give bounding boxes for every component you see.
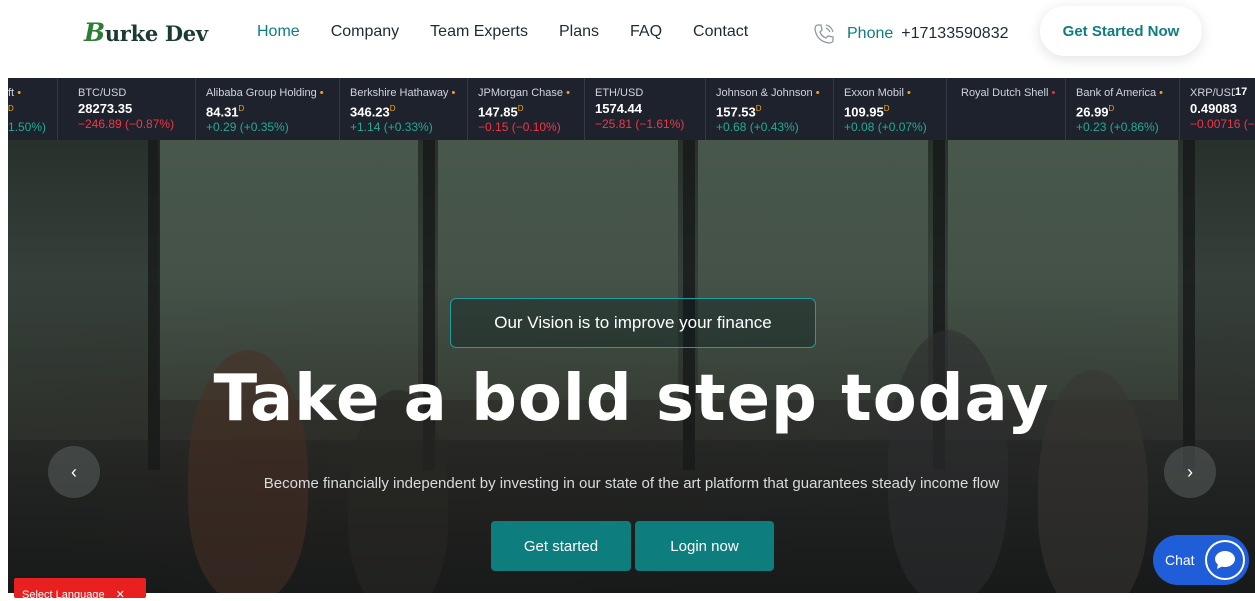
ticker-price: 1574.44: [595, 101, 642, 116]
delayed-flag: D: [755, 104, 762, 113]
get-started-button[interactable]: Get started: [491, 521, 631, 571]
ticker-name: Bank of America: [1076, 87, 1157, 99]
vision-badge: Our Vision is to improve your finance: [450, 298, 816, 348]
logo[interactable]: Burke Dev: [84, 18, 208, 47]
ticker-change: −246.89 (−0.87%): [78, 117, 175, 131]
delayed-flag: D: [517, 104, 524, 113]
main-nav: Home Company Team Experts Plans FAQ Cont…: [257, 21, 779, 43]
ticker-item[interactable]: BTC/USD 28273.35 −246.89 (−0.87%): [68, 78, 196, 140]
ticker-name: Royal Dutch Shell: [961, 87, 1049, 99]
hero-headline: Take a bold step today: [213, 362, 1050, 436]
ticker-item[interactable]: Exxon Mobil • 109.95D +0.08 (+0.07%): [834, 78, 947, 140]
ticker-price: 84.31: [206, 104, 239, 120]
tradingview-logo-icon[interactable]: 17: [1235, 86, 1255, 100]
ticker-item[interactable]: ETH/USD 1574.44 −25.81 (−1.61%): [585, 78, 706, 140]
chat-bubble-icon: [1205, 540, 1245, 580]
ticker-price: 147.85: [478, 104, 518, 120]
ticker-name: ETH/USD: [595, 87, 644, 99]
ticker-name: BTC/USD: [78, 87, 127, 99]
ticker-item[interactable]: Alibaba Group Holding • 84.31D +0.29 (+0…: [196, 78, 340, 140]
delayed-flag: D: [1108, 104, 1115, 113]
chevron-right-icon: ›: [1187, 461, 1193, 482]
ticker-change: +1.14 (+0.33%): [350, 120, 433, 135]
chevron-left-icon: ‹: [71, 461, 77, 482]
ticker-item[interactable]: JPMorgan Chase • 147.85D −0.15 (−0.10%): [468, 78, 585, 140]
hero-subline: Become financially independent by invest…: [263, 475, 1000, 492]
ticker-price: 157.53: [716, 104, 756, 120]
ticker-change: +0.68 (+0.43%): [716, 120, 799, 135]
nav-company[interactable]: Company: [331, 21, 399, 43]
hero-slider: Our Vision is to improve your finance Ta…: [8, 140, 1255, 593]
ticker-price: 0.49083: [1190, 101, 1237, 116]
ticker-price: 28273.35: [78, 101, 133, 116]
ticker-price: 26.99: [1076, 104, 1109, 120]
stock-ticker: ft • D 1.50%) BTC/USD 28273.35 −246.89 (…: [8, 78, 1255, 140]
ticker-item[interactable]: ft • D 1.50%): [8, 78, 58, 140]
ticker-change: −0.00716 (−: [1190, 117, 1255, 131]
ticker-price: 346.23: [350, 104, 390, 120]
nav-contact[interactable]: Contact: [693, 21, 748, 43]
ticker-item[interactable]: Royal Dutch Shell •: [947, 78, 1066, 140]
ticker-change: 1.50%): [8, 120, 47, 135]
nav-faq[interactable]: FAQ: [630, 21, 662, 43]
chat-button[interactable]: Chat: [1153, 535, 1249, 585]
nav-home[interactable]: Home: [257, 21, 300, 43]
ticker-name: Johnson & Johnson: [716, 87, 813, 99]
ticker-name: Alibaba Group Holding: [206, 87, 317, 99]
ticker-change: −0.15 (−0.10%): [478, 120, 561, 135]
delayed-flag: D: [389, 104, 396, 113]
login-now-button[interactable]: Login now: [635, 521, 774, 571]
site-header: Burke Dev Home Company Team Experts Plan…: [0, 0, 1255, 78]
ticker-item[interactable]: Berkshire Hathaway • 346.23D +1.14 (+0.3…: [340, 78, 468, 140]
get-started-now-button[interactable]: Get Started Now: [1040, 6, 1202, 56]
ticker-item[interactable]: Johnson & Johnson • 157.53D +0.68 (+0.43…: [706, 78, 834, 140]
ticker-change: −25.81 (−1.61%): [595, 117, 685, 131]
delayed-flag: D: [8, 104, 14, 113]
ticker-name: Exxon Mobil: [844, 87, 904, 99]
phone-contact[interactable]: Phone +17133590832: [811, 21, 1009, 47]
delayed-flag: D: [238, 104, 245, 113]
ticker-name: Berkshire Hathaway: [350, 87, 449, 99]
nav-team-experts[interactable]: Team Experts: [430, 21, 528, 43]
phone-label: Phone: [847, 25, 894, 42]
close-icon[interactable]: ✕: [116, 589, 125, 601]
ticker-change: +0.08 (+0.07%): [844, 120, 927, 135]
language-label: Select Language: [22, 589, 105, 601]
ticker-change: +0.29 (+0.35%): [206, 120, 289, 135]
logo-text: urke Dev: [104, 21, 208, 46]
ticker-change: +0.23 (+0.86%): [1076, 120, 1159, 135]
ticker-name: ft: [8, 87, 15, 99]
prev-slide-button[interactable]: ‹: [48, 446, 100, 498]
chat-label: Chat: [1165, 552, 1195, 568]
phone-icon: [814, 24, 834, 44]
ticker-item[interactable]: Bank of America • 26.99D +0.23 (+0.86%): [1066, 78, 1180, 140]
delayed-flag: D: [883, 104, 890, 113]
next-slide-button[interactable]: ›: [1164, 446, 1216, 498]
language-selector[interactable]: Select Language ✕: [14, 578, 146, 601]
phone-number: +17133590832: [901, 25, 1009, 42]
ticker-price: 109.95: [844, 104, 884, 120]
ticker-name: JPMorgan Chase: [478, 87, 563, 99]
nav-plans[interactable]: Plans: [559, 21, 599, 43]
